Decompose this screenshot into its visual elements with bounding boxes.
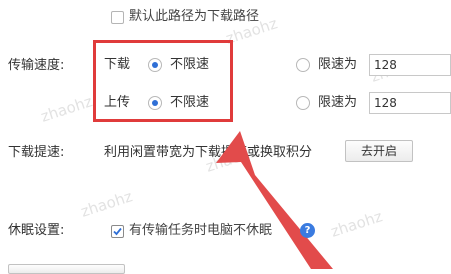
bottom-button[interactable] xyxy=(8,264,125,274)
no-sleep-label: 有传输任务时电脑不休眠 xyxy=(129,223,273,238)
question-icon[interactable]: ? xyxy=(300,223,315,238)
sleep-settings-label: 休眠设置: xyxy=(8,223,65,238)
no-sleep-checkbox[interactable] xyxy=(111,225,124,238)
